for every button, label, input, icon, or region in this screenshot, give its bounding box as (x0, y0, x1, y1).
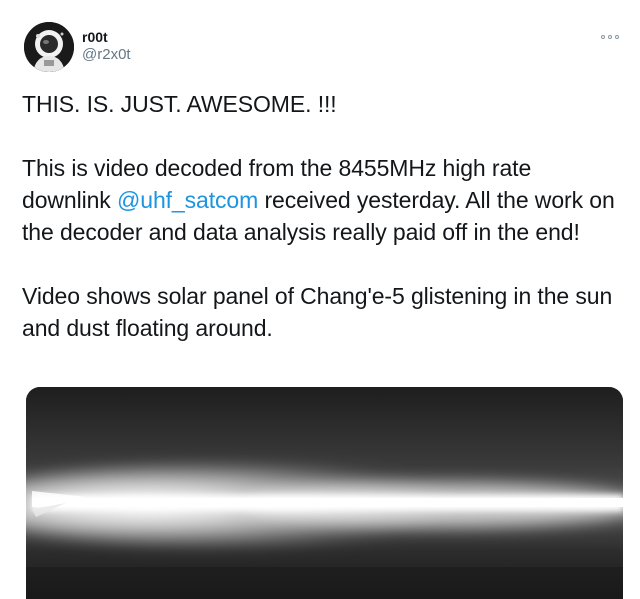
tweet-body: THIS. IS. JUST. AWESOME. !!! This is vid… (22, 88, 622, 376)
user-handle[interactable]: @r2x0t (82, 46, 131, 64)
menu-dot (615, 35, 619, 39)
tweet-card: r00t @r2x0t THIS. IS. JUST. AWESOME. !!!… (0, 0, 640, 599)
mention-link[interactable]: @uhf_satcom (117, 187, 258, 213)
menu-dot (601, 35, 605, 39)
tweet-paragraph-3: Video shows solar panel of Chang'e-5 gli… (22, 283, 613, 341)
user-info: r00t @r2x0t (82, 28, 131, 64)
tweet-line-1: THIS. IS. JUST. AWESOME. !!! (22, 91, 337, 117)
astronaut-avatar-icon[interactable] (24, 22, 74, 72)
menu-dot (608, 35, 612, 39)
tweet-paragraph-2: This is video decoded from the 8455MHz h… (22, 152, 622, 248)
display-name[interactable]: r00t (82, 28, 131, 46)
more-options-icon[interactable] (600, 32, 622, 44)
tweet-header: r00t @r2x0t (18, 18, 622, 76)
solar-panel-video-frame (26, 387, 623, 599)
video-player[interactable] (26, 387, 623, 599)
